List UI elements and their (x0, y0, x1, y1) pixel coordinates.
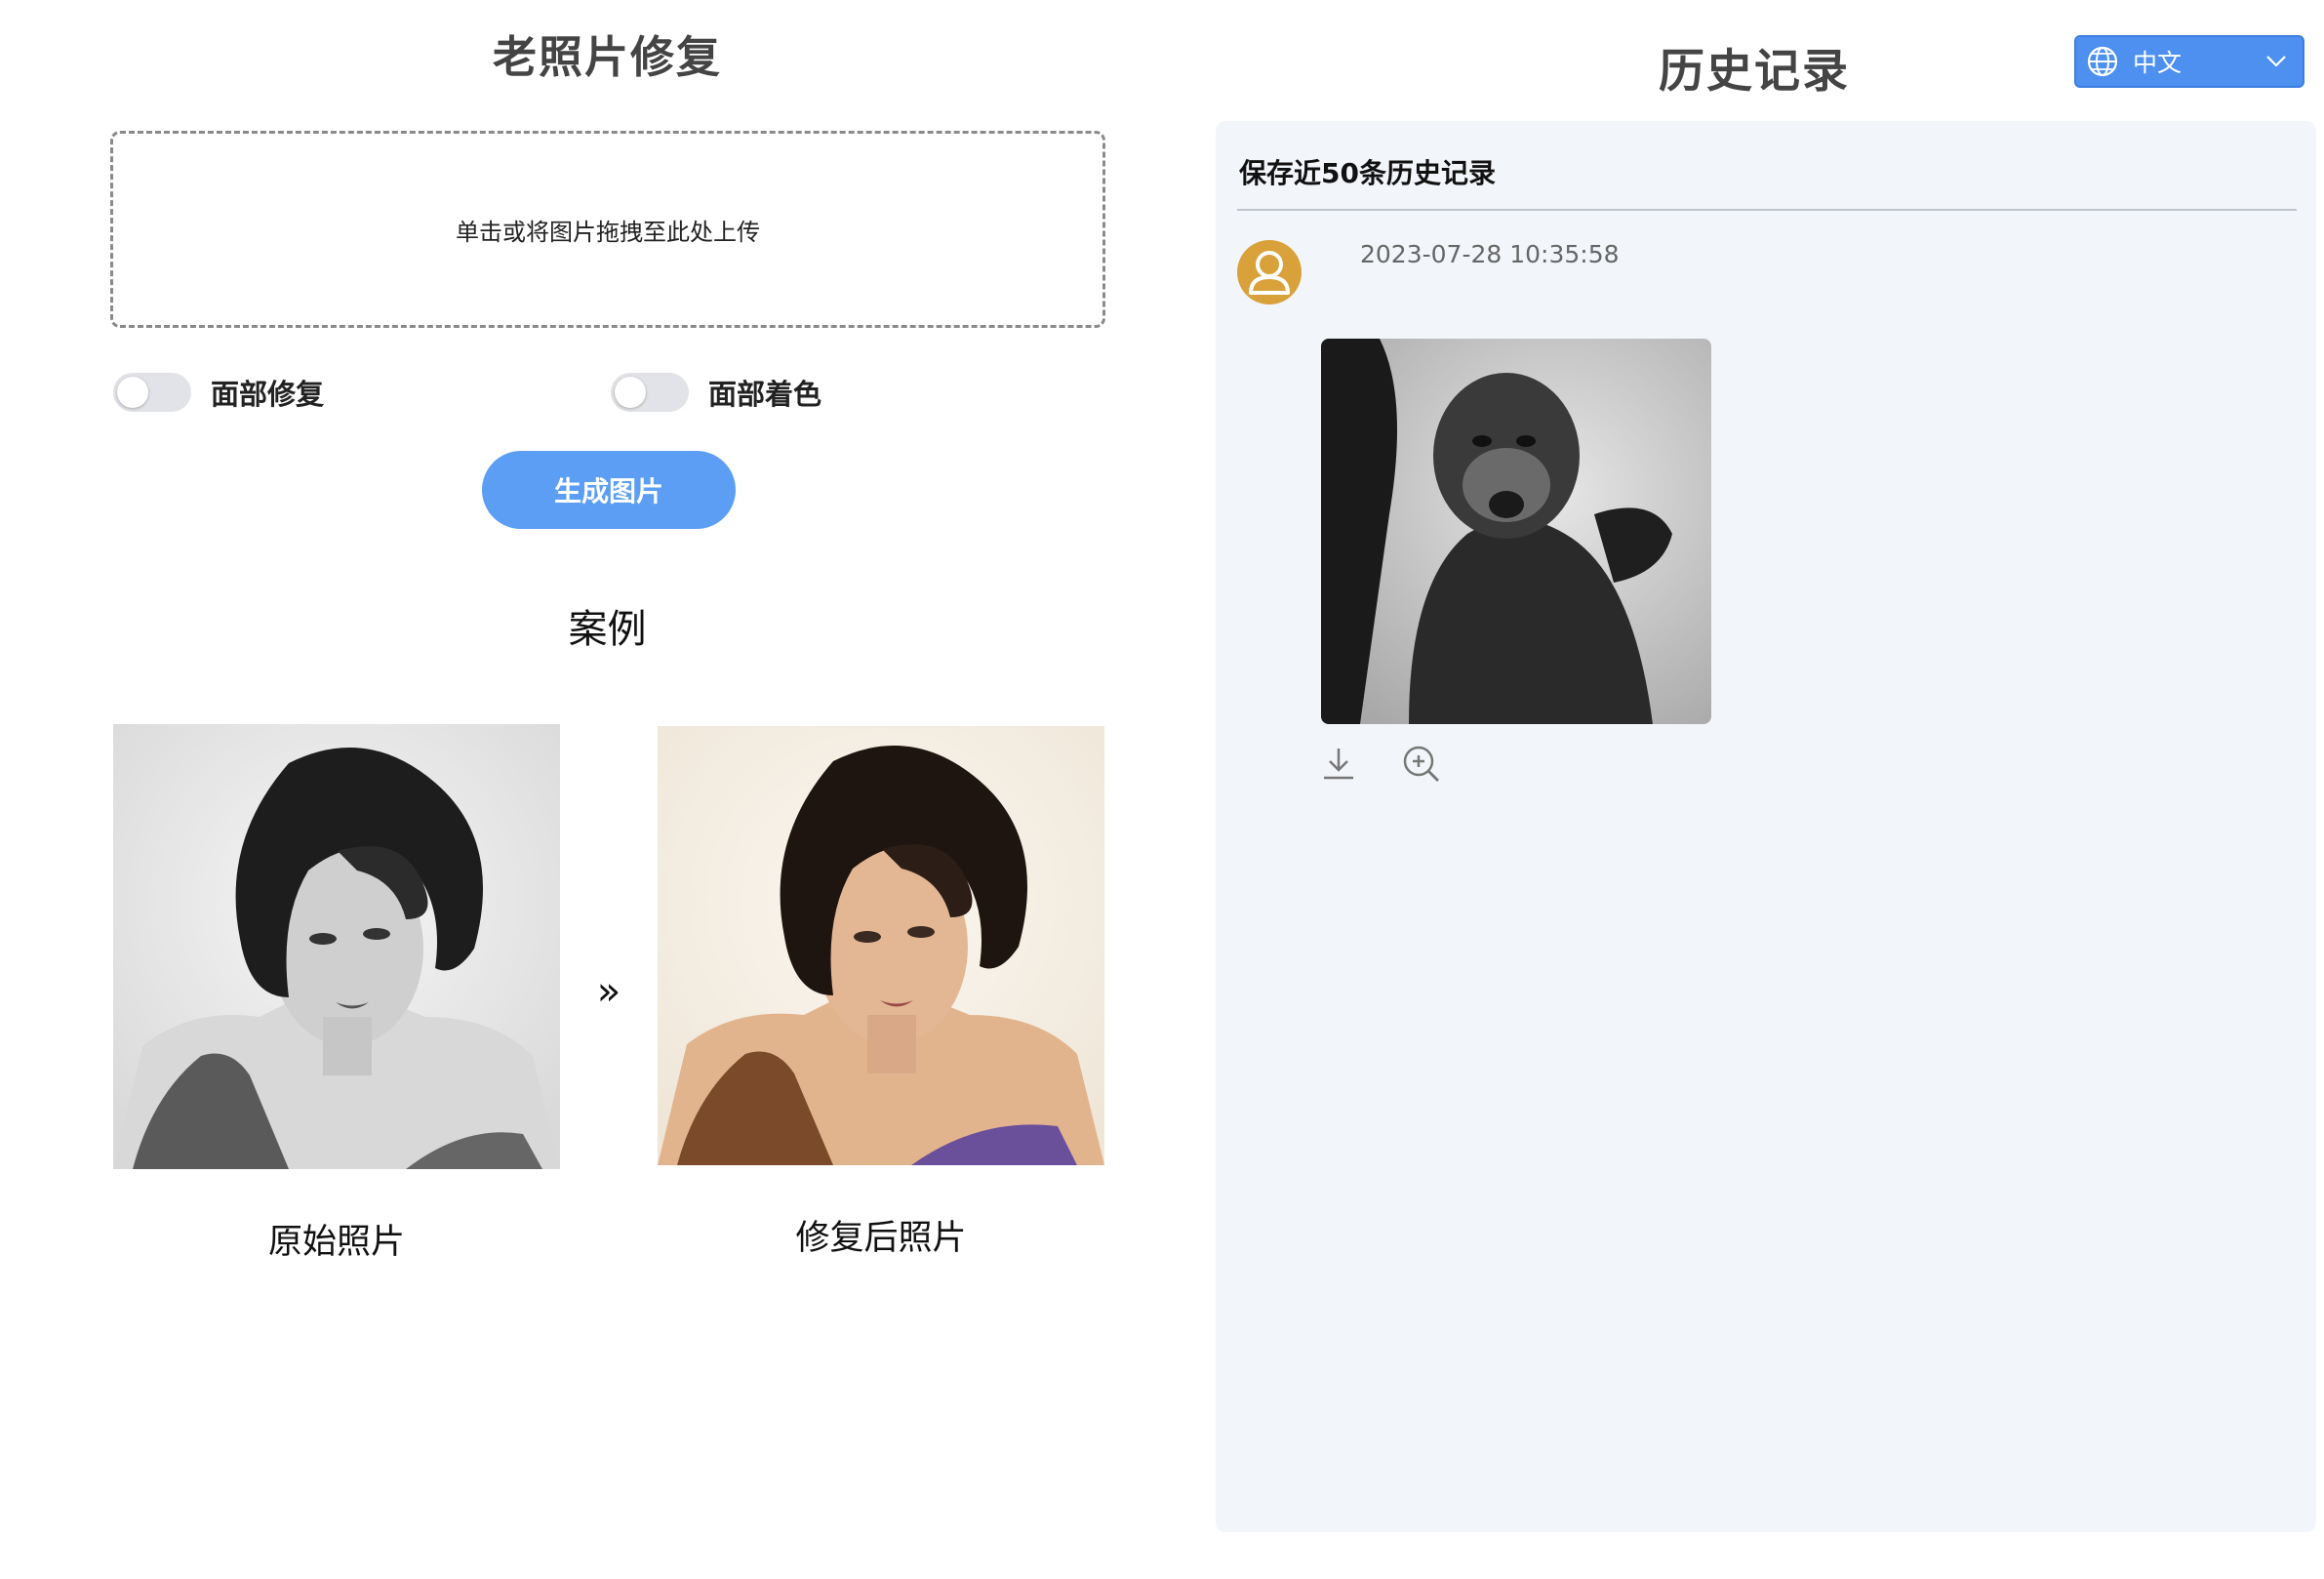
restored-caption: 修复后照片 (795, 1219, 967, 1258)
face-restore-switch[interactable] (113, 373, 191, 412)
history-timestamp: 2023-07-28 10:35:58 (1360, 240, 1620, 268)
history-header: 保存近50条历史记录 (1239, 157, 1496, 189)
download-icon[interactable] (1319, 744, 1358, 783)
face-colorize-label: 面部着色 (708, 378, 822, 411)
restored-photo (658, 726, 1104, 1165)
original-photo (113, 724, 560, 1169)
face-colorize-toggle-row: 面部着色 (611, 371, 821, 414)
generate-button[interactable]: 生成图片 (482, 451, 736, 529)
history-divider (1237, 209, 2297, 211)
original-caption: 原始照片 (267, 1223, 405, 1262)
chevron-down-icon (2266, 56, 2286, 67)
face-restore-label: 面部修复 (211, 378, 325, 411)
language-select[interactable]: 中文 (2074, 35, 2304, 88)
face-restore-toggle-row: 面部修复 (113, 371, 324, 414)
page-title: 老照片修复 (492, 31, 722, 83)
user-icon (1249, 251, 1290, 295)
upload-dropzone[interactable]: 单击或将图片拖拽至此处上传 (110, 131, 1105, 328)
zoom-in-icon[interactable] (1401, 744, 1442, 785)
double-chevron-right-icon: » (596, 969, 621, 1014)
face-colorize-switch[interactable] (611, 373, 689, 412)
upload-prompt: 单击或将图片拖拽至此处上传 (456, 218, 760, 246)
history-panel (1216, 121, 2316, 1532)
history-thumbnail[interactable] (1321, 339, 1711, 724)
globe-icon (2087, 46, 2118, 77)
avatar (1237, 240, 1302, 304)
language-selected: 中文 (2133, 49, 2183, 77)
example-title: 案例 (568, 607, 647, 652)
